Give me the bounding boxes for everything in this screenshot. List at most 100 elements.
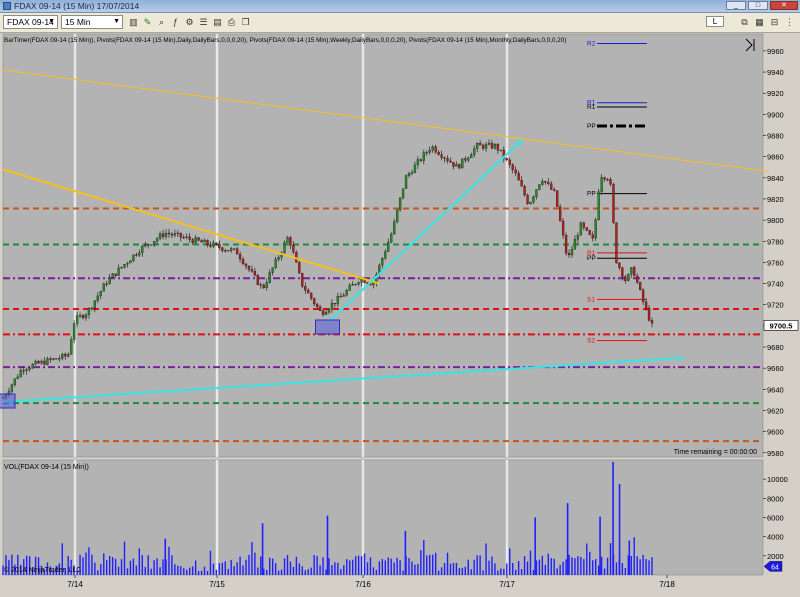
up-candle <box>532 196 535 203</box>
x-axis-label: 7/17 <box>499 580 515 589</box>
price-axis-label: 9940 <box>767 68 784 77</box>
up-candle <box>67 354 70 357</box>
chart-svg[interactable]: 9580960096209640966096809700972097409760… <box>0 33 800 597</box>
down-candle <box>200 240 203 243</box>
menu-icon[interactable]: ⋮ <box>783 16 796 28</box>
up-candle <box>144 244 147 247</box>
window-title: FDAX 09-14 (15 Min) 17/07/2014 <box>14 1 140 11</box>
up-candle <box>630 267 633 275</box>
down-candle <box>496 144 500 151</box>
up-candle <box>150 244 153 246</box>
print-icon[interactable]: ⎙ <box>225 16 238 28</box>
indicators-icon[interactable]: ƒ <box>169 16 182 28</box>
up-candle <box>185 236 188 238</box>
minimize-button[interactable]: _ <box>726 1 746 10</box>
up-candle <box>138 252 141 256</box>
up-candle <box>594 219 597 239</box>
up-candle <box>573 239 577 250</box>
highlight-box <box>0 393 16 409</box>
down-candle <box>582 222 585 228</box>
up-candle <box>111 273 114 278</box>
down-candle <box>514 169 517 174</box>
up-candle <box>212 242 215 247</box>
maximize-button[interactable]: □ <box>748 1 768 10</box>
down-candle <box>81 315 85 319</box>
down-candle <box>591 234 594 239</box>
up-candle <box>155 238 159 242</box>
instrument-selector[interactable]: FDAX 09-14 ▼ <box>3 15 58 29</box>
interval-selector[interactable]: 15 Min ▼ <box>61 15 123 29</box>
down-candle <box>167 232 171 235</box>
up-candle <box>354 283 357 286</box>
up-candle <box>99 291 102 297</box>
up-candle <box>84 314 88 319</box>
up-candle <box>627 274 630 281</box>
down-candle <box>452 162 455 167</box>
attach-icon[interactable]: ⧉ <box>738 16 751 28</box>
close-button[interactable]: ✕ <box>770 1 798 10</box>
down-candle <box>585 227 588 231</box>
down-candle <box>215 242 218 245</box>
down-candle <box>564 235 568 254</box>
up-candle <box>274 259 277 268</box>
down-candle <box>544 181 547 183</box>
copy-icon[interactable]: ❐ <box>239 16 252 28</box>
down-candle <box>170 233 174 236</box>
link-button[interactable]: L <box>706 16 724 27</box>
down-candle <box>505 158 508 161</box>
down-candle <box>235 248 239 255</box>
up-candle <box>31 364 34 369</box>
up-candle <box>461 158 464 169</box>
down-candle <box>644 301 648 309</box>
price-axis-label: 9660 <box>767 364 784 373</box>
up-candle <box>13 378 17 385</box>
up-candle <box>58 358 61 360</box>
down-candle <box>310 292 313 299</box>
price-axis-label: 9680 <box>767 343 784 352</box>
down-candle <box>638 282 642 291</box>
up-candle <box>123 264 126 268</box>
down-candle <box>147 244 150 246</box>
daily-pivot-label: PP <box>587 191 596 198</box>
bar-type-icon[interactable]: ▥ <box>127 16 140 28</box>
up-candle <box>93 300 97 309</box>
template-icon[interactable]: ▤ <box>211 16 224 28</box>
down-candle <box>259 284 262 286</box>
down-candle <box>313 298 316 305</box>
strategy-icon[interactable]: ⚙ <box>183 16 196 28</box>
properties-icon[interactable]: ☰ <box>197 16 210 28</box>
down-candle <box>315 303 319 307</box>
chevron-down-icon: ▼ <box>48 18 55 25</box>
x-axis-label: 7/16 <box>355 580 371 589</box>
price-axis-label: 9920 <box>767 89 784 98</box>
down-candle <box>615 222 618 264</box>
down-candle <box>321 310 325 315</box>
up-candle <box>129 260 132 264</box>
chart-area[interactable]: 9580960096209640966096809700972097409760… <box>0 33 800 597</box>
up-candle <box>330 303 334 310</box>
up-candle <box>271 267 274 273</box>
price-axis-label: 9960 <box>767 47 784 56</box>
down-candle <box>449 160 452 163</box>
down-candle <box>588 230 591 235</box>
down-candle <box>636 275 639 283</box>
down-candle <box>247 266 251 270</box>
up-candle <box>40 360 43 364</box>
down-candle <box>553 189 556 191</box>
down-candle <box>612 183 615 223</box>
volume-axis-label: 8000 <box>767 494 784 503</box>
up-candle <box>404 175 408 189</box>
tile-icon[interactable]: ▦ <box>753 16 766 28</box>
up-candle <box>327 309 331 313</box>
price-axis-label: 9580 <box>767 449 784 458</box>
price-axis-label: 9620 <box>767 406 784 415</box>
down-candle <box>556 190 559 207</box>
up-candle <box>173 233 177 236</box>
lock-icon[interactable]: ⊟ <box>768 16 781 28</box>
up-candle <box>61 353 64 359</box>
pencil-icon[interactable]: ✎ <box>141 16 154 28</box>
up-candle <box>126 262 129 265</box>
copyright-label: © 2014 NinjaTrader, LLC <box>4 566 81 574</box>
up-candle <box>357 282 360 285</box>
zoom-icon[interactable]: ⌕ <box>155 16 168 28</box>
